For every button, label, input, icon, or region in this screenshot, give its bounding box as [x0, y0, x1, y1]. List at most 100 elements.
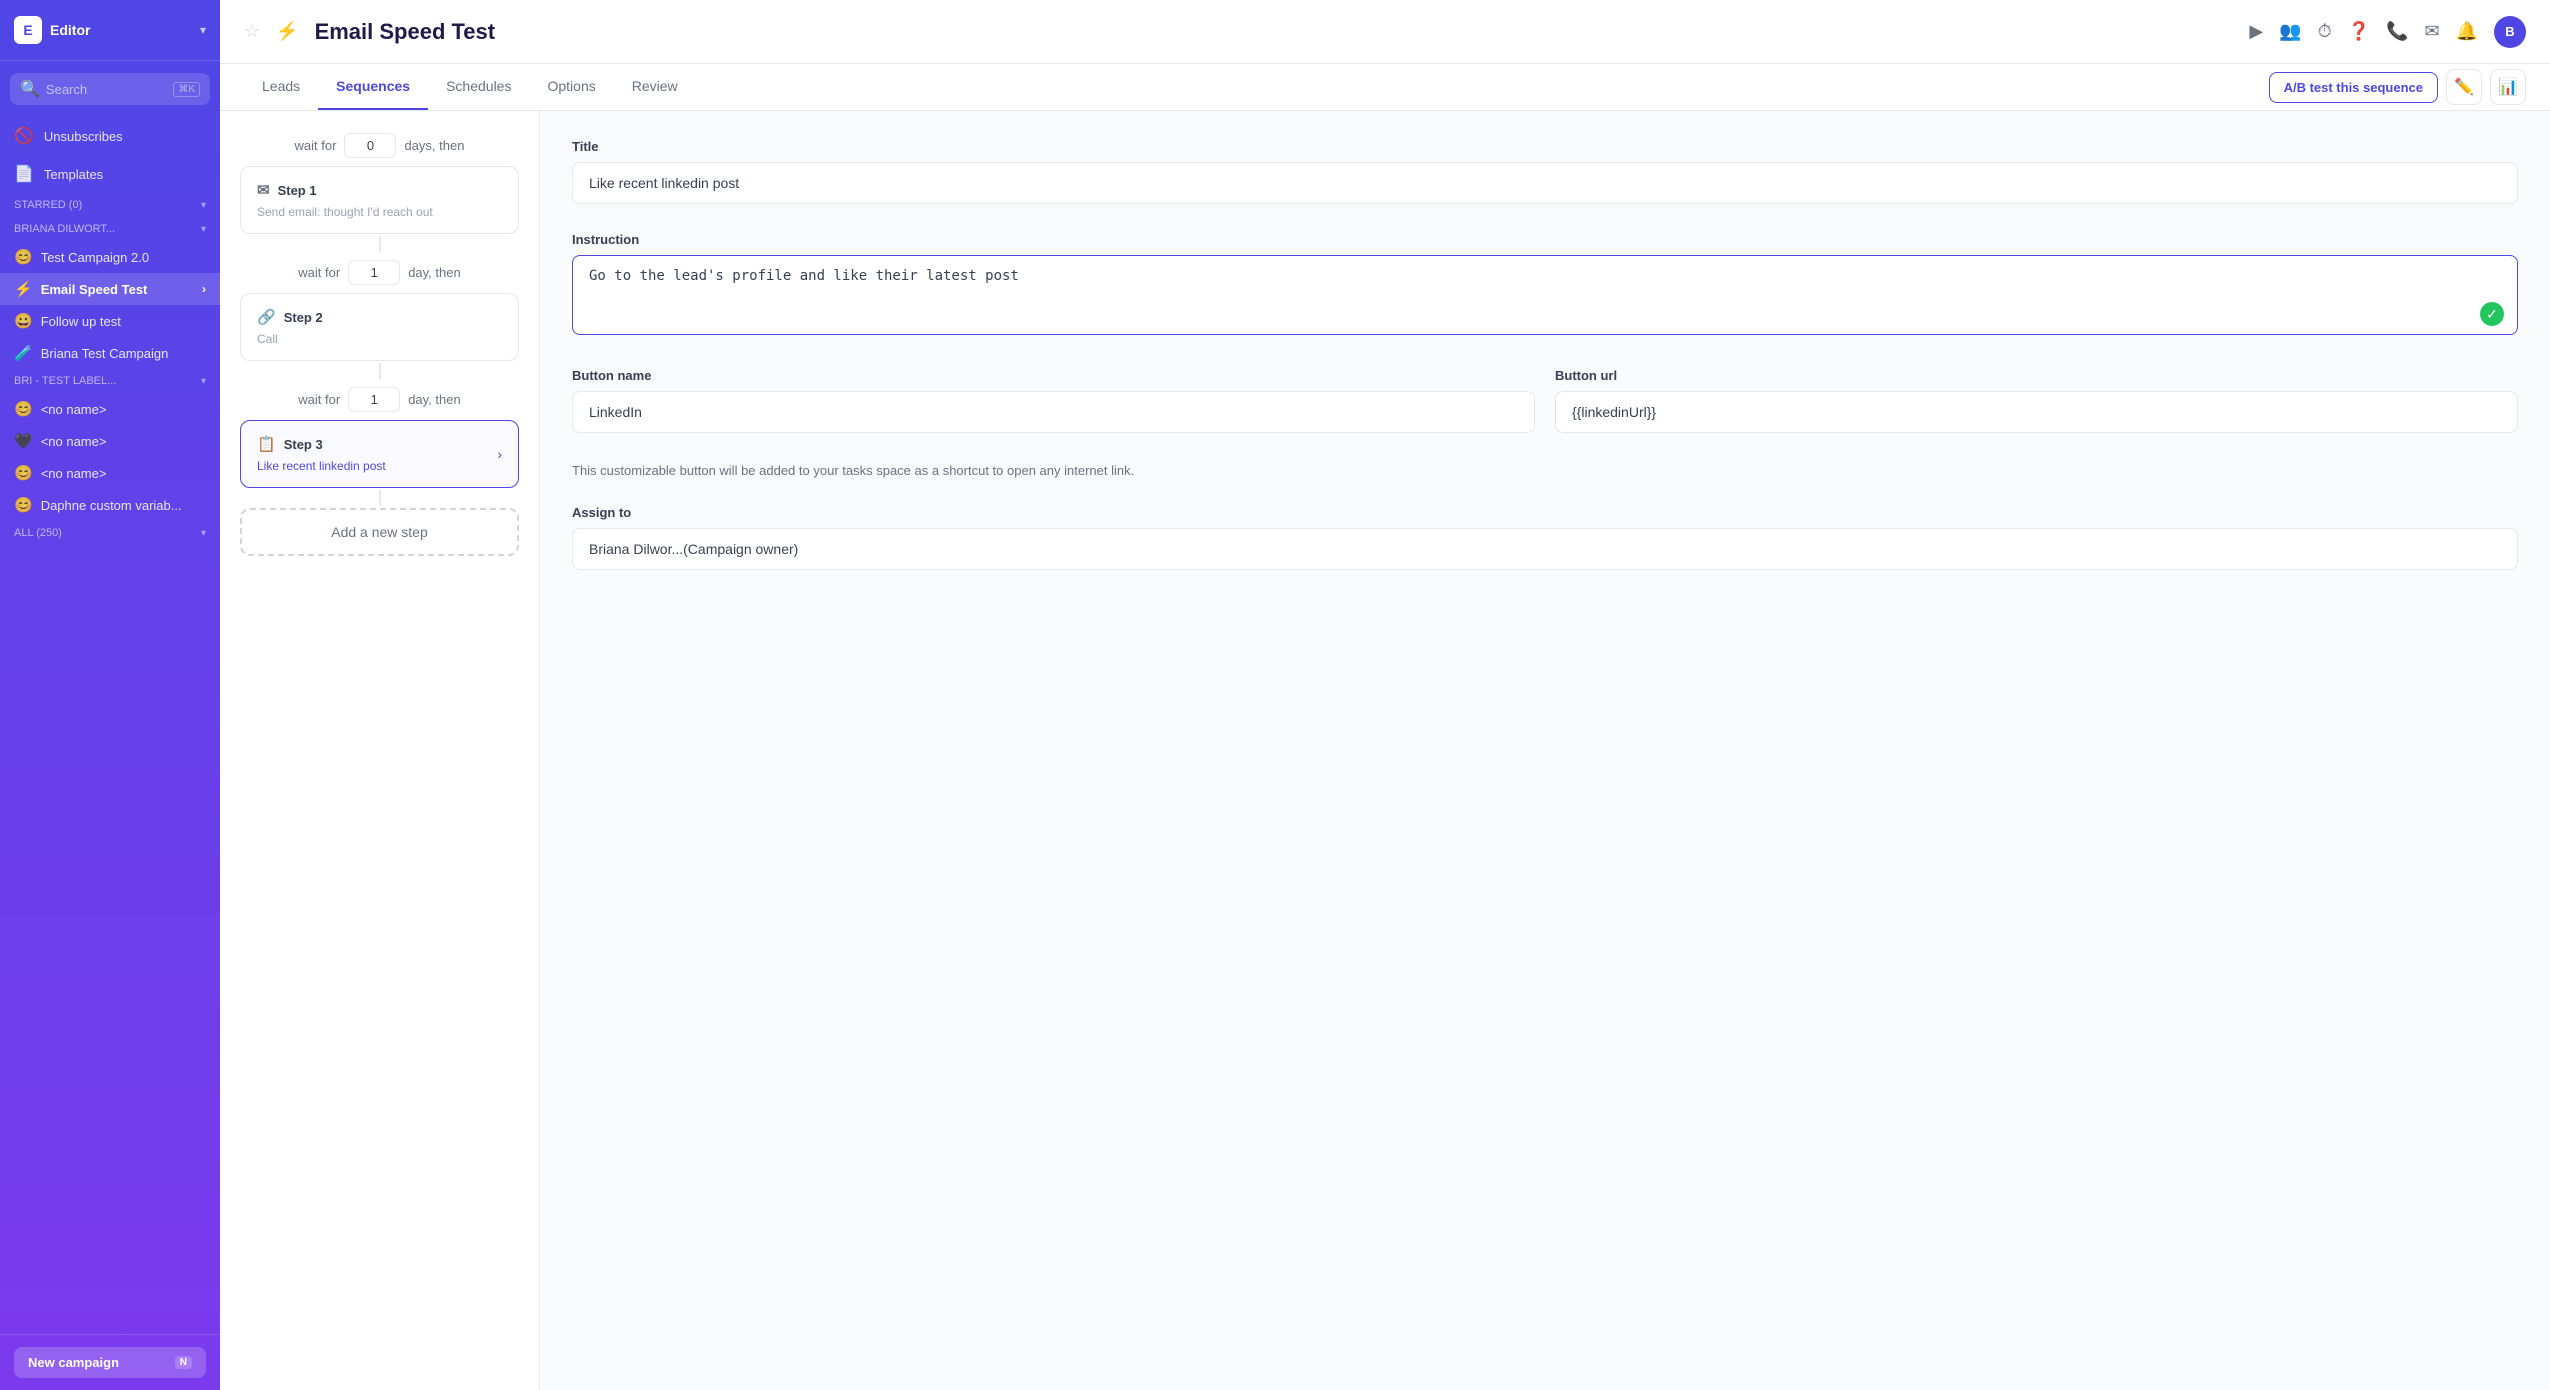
- tab-schedules[interactable]: Schedules: [428, 64, 529, 110]
- tab-options[interactable]: Options: [529, 64, 613, 110]
- campaign-emoji-3: 😀: [14, 312, 33, 330]
- lead-emoji-1: 😊: [14, 400, 33, 418]
- campaign-emoji-4: 🧪: [14, 344, 33, 362]
- add-step-button[interactable]: Add a new step: [240, 508, 519, 556]
- page-title: Email Speed Test: [315, 19, 496, 45]
- assign-to-input[interactable]: [572, 528, 2518, 570]
- step2-subtitle: Call: [257, 332, 502, 346]
- step-card-3[interactable]: 📋 Step 3 Like recent linkedin post ›: [240, 420, 519, 488]
- button-name-label: Button name: [572, 368, 1535, 383]
- bri-chevron-icon: ▾: [201, 376, 206, 387]
- search-shortcut: ⌘K: [173, 82, 200, 97]
- button-name-input[interactable]: [572, 391, 1535, 433]
- wait-input-3[interactable]: [348, 387, 400, 412]
- campaign-emoji-2: ⚡: [14, 280, 33, 298]
- step1-label: Step 1: [278, 183, 317, 198]
- all-section[interactable]: ALL (250) ▾: [0, 521, 220, 545]
- new-campaign-button[interactable]: New campaign N: [14, 1347, 206, 1378]
- ab-test-button[interactable]: A/B test this sequence: [2269, 72, 2438, 103]
- search-input[interactable]: [46, 82, 167, 97]
- editor-chevron-icon[interactable]: ▾: [200, 23, 206, 37]
- starred-chevron-icon: ▾: [201, 200, 206, 211]
- edit-view-button[interactable]: ✏️: [2446, 69, 2482, 105]
- step-card-1[interactable]: ✉ Step 1 Send email: thought I'd reach o…: [240, 166, 519, 234]
- wait-input-1[interactable]: [344, 133, 396, 158]
- app-logo: E: [14, 16, 42, 44]
- clock-icon[interactable]: ⏱: [2318, 21, 2332, 42]
- sidebar-item-templates[interactable]: 📄 Templates: [0, 155, 220, 193]
- lead-item-2[interactable]: 🖤 <no name>: [0, 425, 220, 457]
- step-card-2[interactable]: 🔗 Step 2 Call: [240, 293, 519, 361]
- title-field-group: Title: [572, 139, 2518, 204]
- instruction-wrapper: Go to the lead's profile and like their …: [572, 255, 2518, 340]
- wait-for-label-3: wait for: [298, 392, 340, 407]
- wait-unit-label-2: day, then: [408, 265, 461, 280]
- bri-section[interactable]: BRI - TEST LABEL... ▾: [0, 369, 220, 393]
- edit-icon: ✏️: [2454, 77, 2474, 97]
- campaign-item-test-campaign-2[interactable]: 😊 Test Campaign 2.0: [0, 241, 220, 273]
- wait-row-3: wait for day, then: [240, 381, 519, 418]
- bell-icon[interactable]: 🔔: [2456, 21, 2478, 42]
- tab-review[interactable]: Review: [614, 64, 696, 110]
- lead-label-4: Daphne custom variab...: [41, 498, 182, 513]
- wait-unit-label-3: day, then: [408, 392, 461, 407]
- sidebar-header: E Editor ▾: [0, 0, 220, 61]
- starred-section[interactable]: STARRED (0) ▾: [0, 193, 220, 217]
- phone-icon[interactable]: 📞: [2386, 21, 2408, 42]
- tab-leads[interactable]: Leads: [244, 64, 318, 110]
- instruction-confirm-icon[interactable]: ✓: [2480, 302, 2504, 326]
- campaign-emoji-1: 😊: [14, 248, 33, 266]
- chart-icon: 📊: [2498, 77, 2518, 97]
- chart-view-button[interactable]: 📊: [2490, 69, 2526, 105]
- users-icon[interactable]: 👥: [2279, 21, 2301, 42]
- unsubscribes-icon: 🚫: [14, 126, 34, 146]
- sidebar-item-unsubscribes[interactable]: 🚫 Unsubscribes: [0, 117, 220, 155]
- lead-label-1: <no name>: [41, 402, 107, 417]
- step3-label: Step 3: [284, 437, 323, 452]
- bri-label: BRI - TEST LABEL...: [14, 375, 116, 387]
- button-url-input[interactable]: [1555, 391, 2518, 433]
- topbar-right: ▶ 👥 ⏱ ❓ 📞 ✉ 🔔 B: [2249, 16, 2526, 48]
- campaign-label-3: Follow up test: [41, 314, 121, 329]
- star-icon[interactable]: ☆: [244, 21, 260, 42]
- play-icon[interactable]: ▶: [2249, 21, 2263, 42]
- wait-input-2[interactable]: [348, 260, 400, 285]
- sidebar-bottom: New campaign N: [0, 1334, 220, 1390]
- new-campaign-label: New campaign: [28, 1355, 119, 1370]
- tab-sequences[interactable]: Sequences: [318, 64, 428, 110]
- title-input[interactable]: [572, 162, 2518, 204]
- wait-for-label-1: wait for: [295, 138, 337, 153]
- tabs-bar: Leads Sequences Schedules Options Review…: [220, 64, 2550, 111]
- instruction-field-group: Instruction Go to the lead's profile and…: [572, 232, 2518, 340]
- briana-label: BRIANA DILWORT...: [14, 223, 115, 235]
- add-step-label: Add a new step: [331, 524, 428, 540]
- topbar: ☆ ⚡ Email Speed Test ▶ 👥 ⏱ ❓ 📞 ✉ 🔔 B: [220, 0, 2550, 64]
- instruction-label: Instruction: [572, 232, 2518, 247]
- mail-icon[interactable]: ✉: [2424, 21, 2439, 42]
- step1-subtitle: Send email: thought I'd reach out: [257, 205, 502, 219]
- lead-item-4[interactable]: 😊 Daphne custom variab...: [0, 489, 220, 521]
- content-area: wait for days, then ✉ Step 1 Send email:…: [220, 111, 2550, 1390]
- lead-item-1[interactable]: 😊 <no name>: [0, 393, 220, 425]
- campaign-item-briana-test[interactable]: 🧪 Briana Test Campaign: [0, 337, 220, 369]
- briana-section[interactable]: BRIANA DILWORT... ▾: [0, 217, 220, 241]
- title-label: Title: [572, 139, 2518, 154]
- tabs-right: A/B test this sequence ✏️ 📊: [2269, 69, 2526, 105]
- sidebar: E Editor ▾ 🔍 ⌘K 🚫 Unsubscribes 📄 Templat…: [0, 0, 220, 1390]
- templates-icon: 📄: [14, 164, 34, 184]
- lead-item-3[interactable]: 😊 <no name>: [0, 457, 220, 489]
- editor-label: Editor: [50, 22, 90, 38]
- campaign-item-follow-up-test[interactable]: 😀 Follow up test: [0, 305, 220, 337]
- button-url-label: Button url: [1555, 368, 2518, 383]
- help-icon[interactable]: ❓: [2348, 21, 2370, 42]
- campaign-item-email-speed-test[interactable]: ⚡ Email Speed Test ›: [0, 273, 220, 305]
- button-url-group: Button url: [1555, 368, 2518, 433]
- user-avatar[interactable]: B: [2494, 16, 2526, 48]
- bolt-icon: ⚡: [276, 21, 298, 42]
- lead-label-2: <no name>: [41, 434, 107, 449]
- connector-2: [379, 363, 381, 379]
- button-fields-group: Button name Button url: [572, 368, 2518, 433]
- lead-emoji-3: 😊: [14, 464, 33, 482]
- instruction-textarea[interactable]: Go to the lead's profile and like their …: [572, 255, 2518, 335]
- main-area: ☆ ⚡ Email Speed Test ▶ 👥 ⏱ ❓ 📞 ✉ 🔔 B Lea…: [220, 0, 2550, 1390]
